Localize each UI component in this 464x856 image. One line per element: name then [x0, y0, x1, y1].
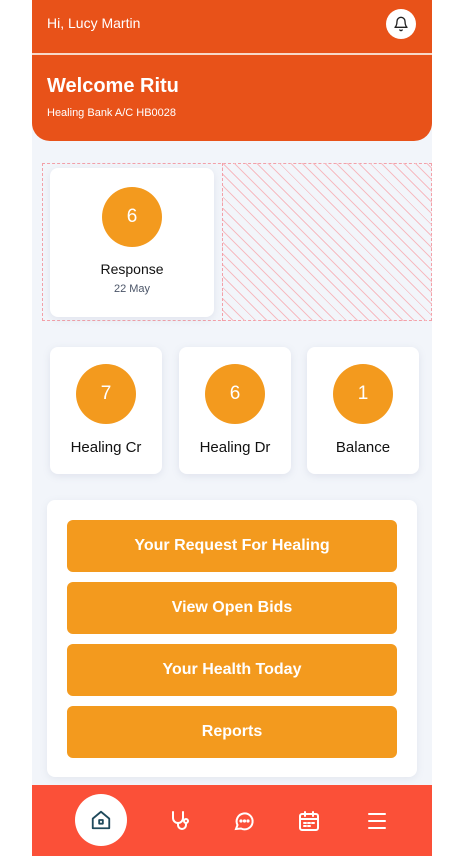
nav-doctor-button[interactable]: [167, 808, 193, 834]
menu-icon: [368, 813, 386, 829]
response-count: 6: [102, 187, 162, 247]
empty-placeholder-area: [222, 163, 432, 321]
top-bar: Hi, Lucy Martin: [32, 0, 432, 55]
greeting-text: Hi, Lucy Martin: [47, 15, 141, 31]
actions-panel: Your Request For Healing View Open Bids …: [47, 500, 417, 777]
home-icon: [91, 810, 111, 830]
stat-label: Healing Dr: [199, 439, 271, 456]
balance-card[interactable]: 1 Balance: [307, 347, 419, 474]
response-card[interactable]: 6 Response 22 May: [50, 168, 214, 317]
stat-value: 1: [333, 364, 393, 424]
response-label: Response: [100, 261, 164, 277]
request-healing-button[interactable]: Your Request For Healing: [67, 520, 397, 572]
chat-icon: [234, 812, 254, 831]
nav-calendar-button[interactable]: [296, 808, 322, 834]
stat-value: 6: [205, 364, 265, 424]
app-screen: Hi, Lucy Martin Welcome Ritu Healing Ban…: [32, 0, 432, 856]
nav-home-button[interactable]: [75, 794, 127, 846]
healing-credit-card[interactable]: 7 Healing Cr: [50, 347, 162, 474]
nav-chat-button[interactable]: [231, 808, 257, 834]
stethoscope-icon: [172, 811, 189, 830]
health-today-button[interactable]: Your Health Today: [67, 644, 397, 696]
stat-value: 7: [76, 364, 136, 424]
nav-menu-button[interactable]: [364, 808, 390, 834]
healing-debit-card[interactable]: 6 Healing Dr: [179, 347, 291, 474]
welcome-banner: Welcome Ritu Healing Bank A/C HB0028: [32, 55, 432, 141]
welcome-title: Welcome Ritu: [47, 75, 179, 97]
notification-button[interactable]: [386, 9, 416, 39]
bottom-navigation: [32, 785, 432, 856]
stat-label: Healing Cr: [70, 439, 142, 456]
account-number: Healing Bank A/C HB0028: [47, 107, 177, 119]
reports-button[interactable]: Reports: [67, 706, 397, 758]
response-date: 22 May: [113, 283, 151, 295]
view-open-bids-button[interactable]: View Open Bids: [67, 582, 397, 634]
stat-label: Balance: [335, 439, 391, 456]
bell-icon: [394, 16, 408, 32]
calendar-icon: [299, 811, 319, 831]
